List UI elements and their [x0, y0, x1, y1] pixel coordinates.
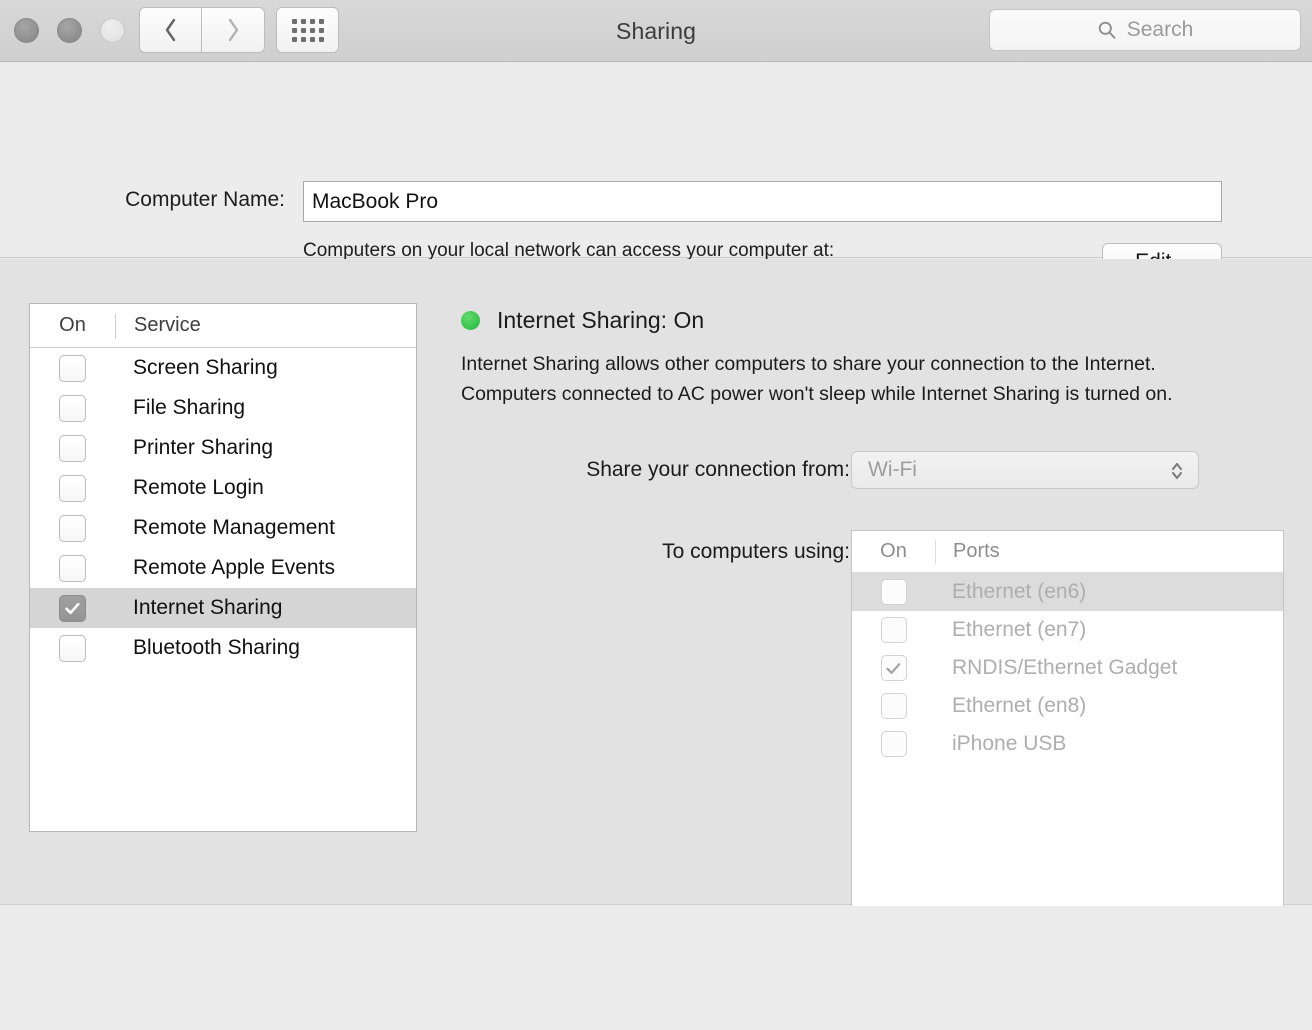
- port-checkbox-cell[interactable]: [852, 617, 935, 643]
- share-from-select[interactable]: Wi-Fi: [851, 451, 1199, 489]
- status-indicator-icon: [461, 311, 480, 330]
- computer-name-field[interactable]: MacBook Pro: [303, 181, 1222, 222]
- service-checkbox-cell[interactable]: [30, 354, 115, 382]
- service-checkbox-cell[interactable]: [30, 474, 115, 502]
- table-row[interactable]: Ethernet (en6): [852, 573, 1283, 611]
- service-status: Internet Sharing: On: [461, 307, 704, 334]
- to-computers-label: To computers using:: [662, 540, 850, 563]
- table-row[interactable]: Bluetooth Sharing: [30, 628, 416, 668]
- table-row[interactable]: Remote Apple Events: [30, 548, 416, 588]
- table-row[interactable]: Remote Management: [30, 508, 416, 548]
- sharing-main-pane: On Service Screen Sharing File Sharing Pri…: [0, 259, 1312, 1030]
- share-from-value: Wi-Fi: [868, 458, 917, 481]
- service-checkbox-cell[interactable]: [30, 634, 115, 662]
- service-name: Remote Management: [133, 516, 335, 539]
- service-checkbox[interactable]: [59, 474, 86, 502]
- services-table: On Service Screen Sharing File Sharing Pri…: [29, 303, 417, 832]
- computer-name-label: Computer Name:: [125, 188, 285, 211]
- port-name: iPhone USB: [952, 732, 1067, 755]
- service-checkbox[interactable]: [59, 634, 86, 662]
- port-checkbox[interactable]: [880, 655, 907, 681]
- service-name: Screen Sharing: [133, 356, 278, 379]
- service-checkbox[interactable]: [59, 554, 86, 582]
- service-checkbox-cell[interactable]: [30, 514, 115, 542]
- service-name: Bluetooth Sharing: [133, 636, 300, 659]
- service-checkbox-cell[interactable]: [30, 554, 115, 582]
- port-checkbox-cell[interactable]: [852, 655, 935, 681]
- ports-table-body: Ethernet (en6) Ethernet (en7) RNDIS/Ethern…: [852, 573, 1283, 763]
- port-checkbox[interactable]: [880, 693, 907, 719]
- table-row[interactable]: Remote Login: [30, 468, 416, 508]
- service-name: File Sharing: [133, 396, 246, 419]
- services-column-on: On: [59, 314, 86, 336]
- service-checkbox[interactable]: [59, 354, 86, 382]
- service-checkbox-cell[interactable]: [30, 594, 115, 622]
- table-row[interactable]: File Sharing: [30, 388, 416, 428]
- port-checkbox[interactable]: [880, 579, 907, 605]
- services-table-header: On Service: [30, 304, 416, 348]
- status-badge: Internet Sharing: On: [497, 307, 705, 333]
- ports-column-ports: Ports: [953, 540, 1000, 562]
- service-name: Remote Login: [133, 476, 264, 499]
- service-checkbox[interactable]: [59, 594, 86, 622]
- service-description: Internet Sharing allows other computers …: [461, 353, 1173, 405]
- services-table-body: Screen Sharing File Sharing Printer Sharin…: [30, 348, 416, 668]
- service-checkbox[interactable]: [59, 434, 86, 462]
- port-checkbox-cell[interactable]: [852, 731, 935, 757]
- service-checkbox[interactable]: [59, 394, 86, 422]
- table-row[interactable]: Ethernet (en8): [852, 687, 1283, 725]
- service-name: Internet Sharing: [133, 596, 283, 619]
- table-row[interactable]: Printer Sharing: [30, 428, 416, 468]
- table-row[interactable]: iPhone USB: [852, 725, 1283, 763]
- table-row[interactable]: Internet Sharing: [30, 588, 416, 628]
- table-row[interactable]: Ethernet (en7): [852, 611, 1283, 649]
- port-name: Ethernet (en6): [952, 580, 1087, 603]
- port-checkbox-cell[interactable]: [852, 693, 935, 719]
- service-checkbox-cell[interactable]: [30, 394, 115, 422]
- computer-name-pane: Computer Name: MacBook Pro Computers on …: [0, 62, 1312, 290]
- chevron-updown-icon: [1171, 462, 1183, 480]
- ports-column-on: On: [880, 540, 907, 562]
- sharing-preferences-window: Sharing Search Computer Name: MacBook Pr…: [0, 0, 1312, 1030]
- table-row[interactable]: Screen Sharing: [30, 348, 416, 388]
- search-placeholder: Search: [1126, 18, 1194, 41]
- search-input[interactable]: Search: [989, 9, 1301, 51]
- service-checkbox-cell[interactable]: [30, 434, 115, 462]
- share-from-label: Share your connection from:: [586, 458, 850, 481]
- port-checkbox-cell[interactable]: [852, 579, 935, 605]
- window-titlebar: Sharing Search: [0, 0, 1312, 62]
- service-name: Remote Apple Events: [133, 556, 335, 579]
- service-name: Printer Sharing: [133, 436, 274, 459]
- services-column-service: Service: [134, 314, 201, 336]
- port-checkbox[interactable]: [880, 731, 907, 757]
- ports-table-header: On Ports: [852, 531, 1283, 573]
- table-row[interactable]: RNDIS/Ethernet Gadget: [852, 649, 1283, 687]
- port-checkbox[interactable]: [880, 617, 907, 643]
- port-name: Ethernet (en8): [952, 694, 1087, 717]
- port-name: RNDIS/Ethernet Gadget: [952, 656, 1178, 679]
- service-checkbox[interactable]: [59, 514, 86, 542]
- footer-pane: ?: [0, 906, 1312, 1030]
- search-icon: [1098, 21, 1116, 39]
- port-name: Ethernet (en7): [952, 618, 1087, 641]
- computer-name-value: MacBook Pro: [312, 189, 439, 213]
